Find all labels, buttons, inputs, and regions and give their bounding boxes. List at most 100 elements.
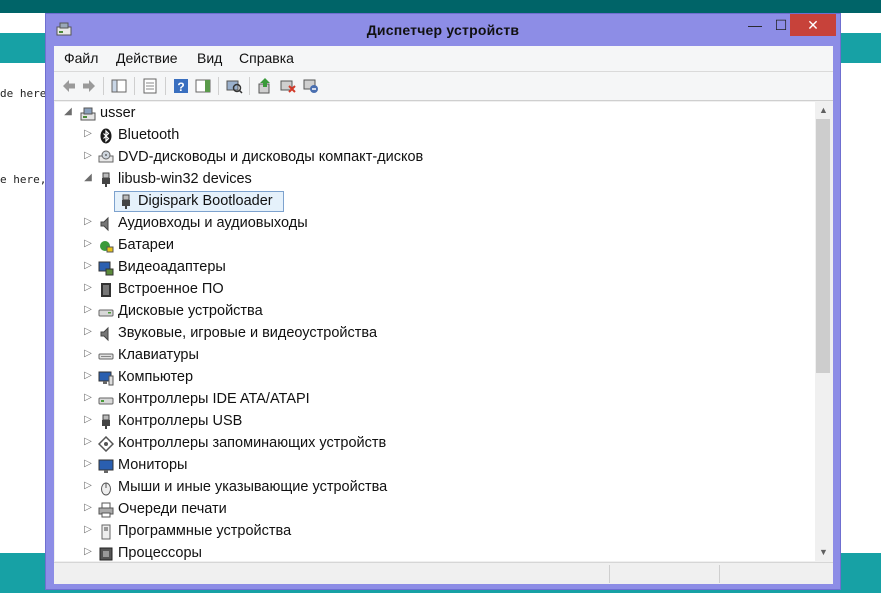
usb-plug-icon bbox=[122, 194, 130, 209]
expand-arrow-icon[interactable]: ▷ bbox=[82, 282, 94, 293]
tree-item-label: Компьютер bbox=[118, 369, 194, 385]
menu-help[interactable]: Справка bbox=[239, 50, 294, 66]
bluetooth-icon bbox=[100, 128, 112, 144]
tree-item-label: Bluetooth bbox=[118, 127, 180, 143]
expand-arrow-icon[interactable]: ▷ bbox=[82, 480, 94, 491]
expand-arrow-icon[interactable]: ▷ bbox=[82, 128, 94, 139]
menu-view[interactable]: Вид bbox=[197, 50, 222, 66]
svg-text:?: ? bbox=[177, 80, 184, 94]
tree-item-keyboards[interactable]: ▷ Клавиатуры bbox=[55, 345, 815, 367]
expand-arrow-icon[interactable]: ▷ bbox=[82, 326, 94, 337]
device-manager-window: Диспетчер устройств — ☐ ✕ Файл Действие … bbox=[45, 13, 841, 590]
storage-controller-icon bbox=[98, 436, 114, 452]
scroll-down-arrow-icon[interactable]: ▼ bbox=[815, 544, 832, 561]
tree-item-monitors[interactable]: ▷ Мониторы bbox=[55, 455, 815, 477]
tree-item-display-adapters[interactable]: ▷ Видеоадаптеры bbox=[55, 257, 815, 279]
tree-item-usb-controllers[interactable]: ▷ Контроллеры USB bbox=[55, 411, 815, 433]
expand-arrow-icon[interactable]: ▷ bbox=[82, 502, 94, 513]
uninstall-device-icon[interactable] bbox=[302, 77, 320, 95]
tree-item-label: Мониторы bbox=[118, 457, 188, 473]
properties-icon[interactable] bbox=[141, 77, 159, 95]
expand-arrow-icon[interactable]: ▷ bbox=[82, 392, 94, 403]
tree-item-label: Дисковые устройства bbox=[118, 303, 263, 319]
forward-icon[interactable] bbox=[80, 77, 98, 95]
tree-item-print-queues[interactable]: ▷ Очереди печати bbox=[55, 499, 815, 521]
tree-item-batteries[interactable]: ▷ Батареи bbox=[55, 235, 815, 257]
toolbar: ? bbox=[54, 72, 833, 101]
computer-icon bbox=[80, 107, 96, 121]
tree-item-bluetooth[interactable]: ▷ Bluetooth bbox=[55, 125, 815, 147]
disable-device-icon[interactable] bbox=[279, 77, 297, 95]
scan-hardware-icon[interactable] bbox=[225, 77, 243, 95]
collapse-arrow-icon[interactable]: ◢ bbox=[82, 172, 94, 183]
speaker-icon bbox=[100, 216, 109, 232]
title-bar[interactable]: Диспетчер устройств — ☐ ✕ bbox=[46, 14, 840, 46]
battery-icon bbox=[100, 241, 114, 253]
status-divider bbox=[609, 565, 610, 583]
tree-item-processors[interactable]: ▷ Процессоры bbox=[55, 543, 815, 561]
computer-monitor-icon bbox=[98, 371, 114, 386]
expand-arrow-icon[interactable]: ▷ bbox=[82, 414, 94, 425]
tree-item-label: DVD-дисководы и дисководы компакт-дисков bbox=[118, 149, 424, 165]
tree-item-label: Процессоры bbox=[118, 545, 202, 561]
expand-arrow-icon[interactable]: ▷ bbox=[82, 238, 94, 249]
tree-item-ide-controllers[interactable]: ▷ Контроллеры IDE ATA/ATAPI bbox=[55, 389, 815, 411]
expand-arrow-icon[interactable]: ▷ bbox=[82, 150, 94, 161]
scroll-up-arrow-icon[interactable]: ▲ bbox=[815, 102, 832, 119]
vertical-scrollbar[interactable]: ▲ ▼ bbox=[815, 102, 832, 561]
printer-icon bbox=[98, 502, 114, 518]
menu-file[interactable]: Файл bbox=[64, 50, 98, 66]
dvd-drive-icon bbox=[98, 150, 114, 163]
menu-action[interactable]: Действие bbox=[116, 50, 178, 66]
tree-item-disk-drives[interactable]: ▷ Дисковые устройства bbox=[55, 301, 815, 323]
update-driver-icon[interactable] bbox=[256, 77, 274, 95]
tree-item-label: Звуковые, игровые и видеоустройства bbox=[118, 325, 378, 341]
help-icon[interactable]: ? bbox=[172, 77, 190, 95]
scroll-thumb[interactable] bbox=[816, 119, 830, 373]
display-adapter-icon bbox=[98, 261, 114, 276]
tree-item-software-devices[interactable]: ▷ Программные устройства bbox=[55, 521, 815, 543]
status-divider bbox=[719, 565, 720, 583]
tree-item-label: Digispark Bootloader bbox=[138, 193, 273, 209]
tree-root-label: usser bbox=[100, 105, 136, 121]
expand-arrow-icon[interactable]: ▷ bbox=[82, 524, 94, 535]
device-tree[interactable]: ◢ usser ▷ Bluetooth ▷ DVD-дисководы и ди… bbox=[55, 102, 815, 561]
monitor-icon bbox=[98, 459, 114, 473]
mouse-icon bbox=[101, 482, 111, 496]
expand-arrow-icon[interactable]: ▷ bbox=[82, 436, 94, 447]
expand-arrow-icon[interactable]: ▷ bbox=[82, 546, 94, 557]
tree-item-audio-io[interactable]: ▷ Аудиовходы и аудиовыходы bbox=[55, 213, 815, 235]
toolbar-separator bbox=[165, 77, 166, 95]
toolbar-separator bbox=[218, 77, 219, 95]
tree-item-storage-controllers[interactable]: ▷ Контроллеры запоминающих устройств bbox=[55, 433, 815, 455]
tree-item-firmware[interactable]: ▷ Встроенное ПО bbox=[55, 279, 815, 301]
tree-item-mice[interactable]: ▷ Мыши и иные указывающие устройства bbox=[55, 477, 815, 499]
tree-item-digispark-bootloader[interactable]: Digispark Bootloader bbox=[55, 191, 815, 213]
show-hide-console-tree-icon[interactable] bbox=[110, 77, 128, 95]
back-icon[interactable] bbox=[60, 77, 78, 95]
disk-drive-icon bbox=[98, 309, 114, 317]
tree-item-label: Очереди печати bbox=[118, 501, 227, 517]
firmware-icon bbox=[101, 283, 111, 297]
action-pane-icon[interactable] bbox=[194, 77, 212, 95]
expand-arrow-icon[interactable]: ▷ bbox=[82, 304, 94, 315]
tree-item-label: Мыши и иные указывающие устройства bbox=[118, 479, 388, 495]
tree-item-dvd-drives[interactable]: ▷ DVD-дисководы и дисководы компакт-диск… bbox=[55, 147, 815, 169]
expand-arrow-icon[interactable]: ▷ bbox=[82, 348, 94, 359]
tree-item-label: libusb-win32 devices bbox=[118, 171, 252, 187]
status-bar bbox=[54, 562, 833, 584]
tree-item-label: Контроллеры USB bbox=[118, 413, 243, 429]
expand-arrow-icon[interactable]: ▷ bbox=[82, 458, 94, 469]
minimize-button[interactable]: — bbox=[742, 14, 768, 36]
tree-item-label: Видеоадаптеры bbox=[118, 259, 226, 275]
expand-arrow-icon[interactable]: ▷ bbox=[82, 370, 94, 381]
tree-item-libusb[interactable]: ◢ libusb-win32 devices bbox=[55, 169, 815, 191]
tree-item-sound-video-game[interactable]: ▷ Звуковые, игровые и видеоустройства bbox=[55, 323, 815, 345]
expand-arrow-icon[interactable]: ▷ bbox=[82, 216, 94, 227]
collapse-arrow-icon[interactable]: ◢ bbox=[62, 106, 74, 117]
tree-root[interactable]: ◢ usser bbox=[55, 103, 815, 125]
tree-item-label: Встроенное ПО bbox=[118, 281, 224, 297]
close-button[interactable]: ✕ bbox=[790, 14, 836, 36]
tree-item-computer[interactable]: ▷ Компьютер bbox=[55, 367, 815, 389]
expand-arrow-icon[interactable]: ▷ bbox=[82, 260, 94, 271]
